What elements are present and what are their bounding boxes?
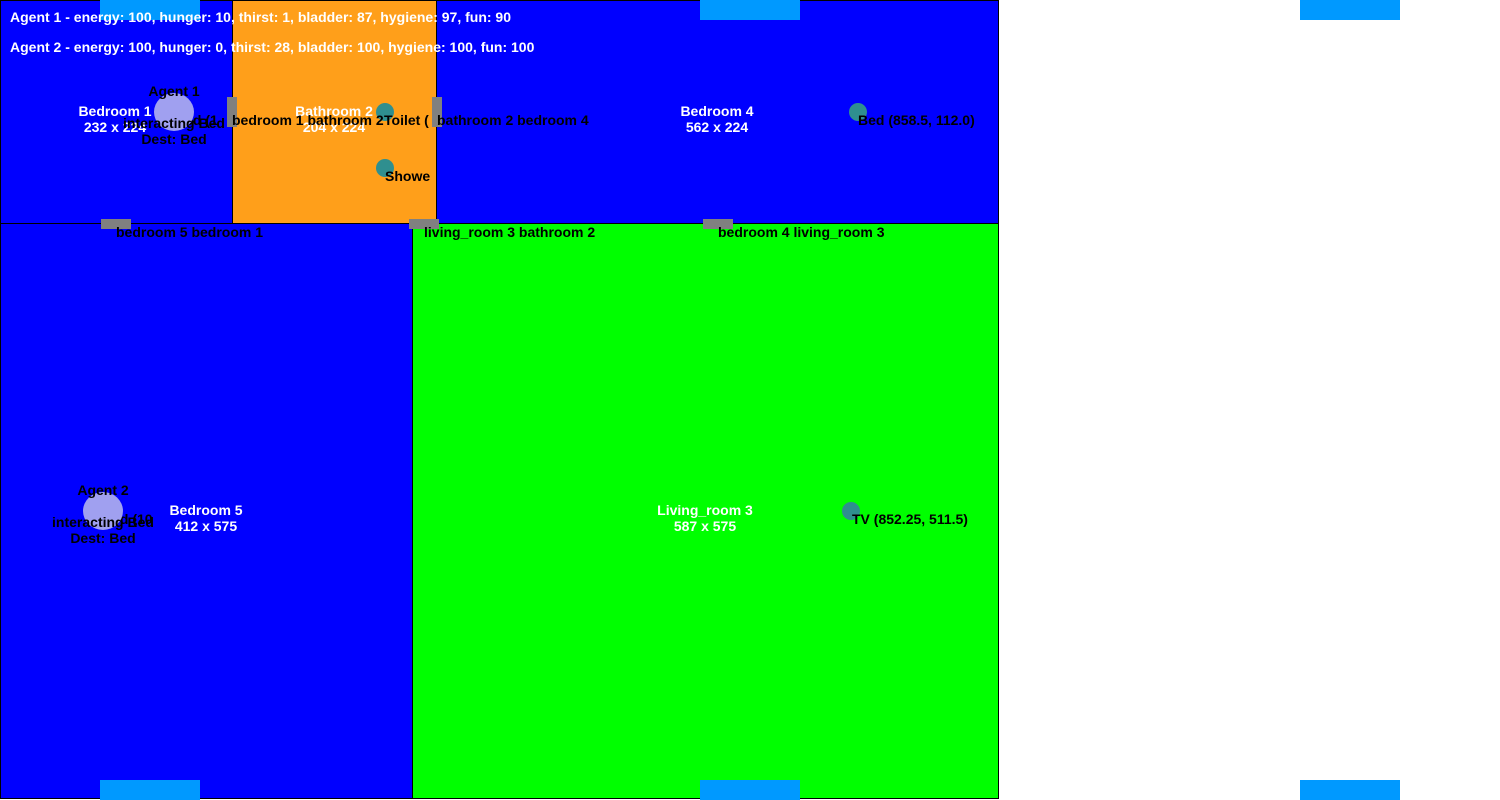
window-bottom-right <box>1300 780 1400 800</box>
bed-label-bedroom-4: Bed (858.5, 112.0) <box>858 112 975 128</box>
agent-1-stats: Agent 1 - energy: 100, hunger: 10, thirs… <box>10 9 512 25</box>
agent-2-name: Agent 2 <box>77 482 129 498</box>
agent-1-name: Agent 1 <box>148 83 200 99</box>
room-label-bedroom-4: Bedroom 4 562 x 224 <box>680 103 753 135</box>
room-name: Bedroom 4 <box>680 103 754 119</box>
tv-label: TV (852.25, 511.5) <box>852 511 968 527</box>
agent-2-status: interacting Bed <box>52 514 154 530</box>
door-label-bathroom-2-bedroom-4: bathroom 2 bedroom 4 <box>437 112 589 128</box>
room-size: 562 x 224 <box>685 119 749 135</box>
door-label-bedroom-4-living-room-3: bedroom 4 living_room 3 <box>718 224 885 240</box>
agent-1-dest: Dest: Bed <box>141 131 207 147</box>
room-size: 587 x 575 <box>673 518 737 534</box>
agent-1-spacer <box>123 99 225 115</box>
room-label-bedroom-5: Bedroom 5 412 x 575 <box>169 502 242 534</box>
window-top-right <box>1300 0 1400 20</box>
window-bottom-living-room-3 <box>700 780 800 800</box>
agent-2-info: Agent 2 interacting Bed Dest: Bed <box>52 482 154 546</box>
window-top-bedroom-4 <box>700 0 800 20</box>
agent-2-dest: Dest: Bed <box>70 530 136 546</box>
agent-1-status: interacting Bed <box>123 115 225 131</box>
agent-1-info: Agent 1 interacting Bed Dest: Bed <box>123 83 225 147</box>
toilet-label: Toilet ( <box>384 112 429 128</box>
door-label-bedroom-1-bathroom-2: bedroom 1 bathroom 2 <box>232 112 384 128</box>
door-label-bedroom-5-bedroom-1: bedroom 5 bedroom 1 <box>116 224 264 240</box>
shower-label: Showe <box>385 168 431 184</box>
room-name: Living_room 3 <box>657 502 753 518</box>
room-size: 412 x 575 <box>174 518 238 534</box>
room-name: Bedroom 5 <box>169 502 243 518</box>
agent-2-spacer <box>52 498 154 514</box>
window-bottom-bedroom-5 <box>100 780 200 800</box>
room-label-living-room-3: Living_room 3 587 x 575 <box>657 502 753 534</box>
door-label-living-room-3-bathroom-2: living_room 3 bathroom 2 <box>424 224 596 240</box>
agent-2-stats: Agent 2 - energy: 100, hunger: 0, thirst… <box>10 39 535 55</box>
